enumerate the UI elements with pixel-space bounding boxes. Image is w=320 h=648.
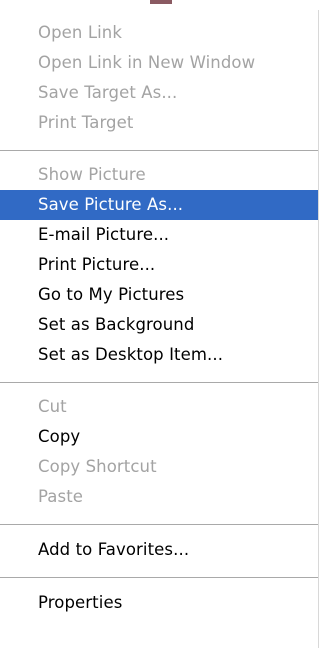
menu-item-set-as-background[interactable]: Set as Background bbox=[0, 310, 318, 340]
menu-item-set-as-desktop-item[interactable]: Set as Desktop Item... bbox=[0, 340, 318, 370]
menu-item-save-target-as[interactable]: Save Target As... bbox=[0, 78, 318, 108]
menu-item-paste[interactable]: Paste bbox=[0, 482, 318, 512]
background-image-sliver bbox=[150, 0, 172, 4]
context-menu: Open Link Open Link in New Window Save T… bbox=[0, 10, 319, 648]
menu-item-add-to-favorites[interactable]: Add to Favorites... bbox=[0, 535, 318, 565]
menu-item-cut[interactable]: Cut bbox=[0, 392, 318, 422]
menu-item-open-link[interactable]: Open Link bbox=[0, 18, 318, 48]
menu-group-link: Open Link Open Link in New Window Save T… bbox=[0, 10, 318, 138]
menu-group-favorites: Add to Favorites... bbox=[0, 525, 318, 565]
menu-item-copy[interactable]: Copy bbox=[0, 422, 318, 452]
menu-group-picture: Show Picture Save Picture As... E-mail P… bbox=[0, 151, 318, 370]
menu-item-save-picture-as[interactable]: Save Picture As... bbox=[0, 190, 318, 220]
menu-item-email-picture[interactable]: E-mail Picture... bbox=[0, 220, 318, 250]
background-window-strip bbox=[0, 0, 320, 10]
menu-item-show-picture[interactable]: Show Picture bbox=[0, 160, 318, 190]
menu-item-properties[interactable]: Properties bbox=[0, 588, 318, 618]
menu-item-print-picture[interactable]: Print Picture... bbox=[0, 250, 318, 280]
menu-item-open-link-new-window[interactable]: Open Link in New Window bbox=[0, 48, 318, 78]
menu-item-go-to-my-pictures[interactable]: Go to My Pictures bbox=[0, 280, 318, 310]
menu-item-print-target[interactable]: Print Target bbox=[0, 108, 318, 138]
menu-item-copy-shortcut[interactable]: Copy Shortcut bbox=[0, 452, 318, 482]
menu-group-edit: Cut Copy Copy Shortcut Paste bbox=[0, 383, 318, 512]
menu-group-properties: Properties bbox=[0, 578, 318, 618]
